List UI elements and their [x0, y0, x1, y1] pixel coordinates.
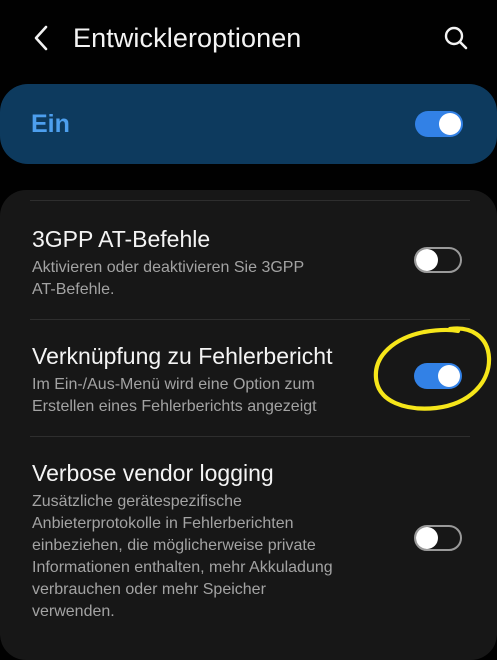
setting-title: Verknüpfung zu Fehlerbericht	[32, 343, 333, 369]
master-switch-label: Ein	[31, 110, 70, 138]
setting-description: Aktivieren oder deaktivieren Sie 3GPP AT…	[32, 259, 305, 298]
master-toggle[interactable]	[415, 111, 463, 137]
setting-description: Zusätzliche gerätespezifische Anbieterpr…	[32, 493, 333, 620]
search-button[interactable]	[438, 20, 474, 56]
toggle-knob	[416, 527, 438, 549]
master-switch-bar[interactable]: Ein	[0, 84, 497, 164]
chevron-left-icon	[34, 25, 48, 51]
setting-title: 3GPP AT-Befehle	[32, 226, 211, 252]
toggle-knob	[438, 365, 460, 387]
setting-3gpp-at-commands[interactable]: 3GPP AT-Befehle Aktivieren oder deaktivi…	[0, 222, 497, 318]
page-title: Entwickleroptionen	[73, 23, 302, 53]
setting-verbose-vendor-logging[interactable]: Verbose vendor logging Zusätzliche gerät…	[0, 456, 497, 640]
back-button[interactable]	[26, 22, 56, 54]
search-icon	[444, 26, 468, 50]
toggle-bug-report-shortcut[interactable]	[414, 363, 462, 389]
setting-bug-report-shortcut[interactable]: Verknüpfung zu Fehlerbericht Im Ein-/Aus…	[0, 339, 497, 435]
divider	[30, 436, 470, 437]
app-bar: Entwickleroptionen	[0, 0, 497, 76]
toggle-knob	[416, 249, 438, 271]
setting-title: Verbose vendor logging	[32, 460, 274, 486]
setting-description: Im Ein-/Aus-Menü wird eine Option zum Er…	[32, 376, 317, 415]
toggle-verbose-vendor-logging[interactable]	[414, 525, 462, 551]
divider	[30, 200, 470, 201]
toggle-3gpp-at-commands[interactable]	[414, 247, 462, 273]
divider	[30, 319, 470, 320]
toggle-knob	[439, 113, 461, 135]
